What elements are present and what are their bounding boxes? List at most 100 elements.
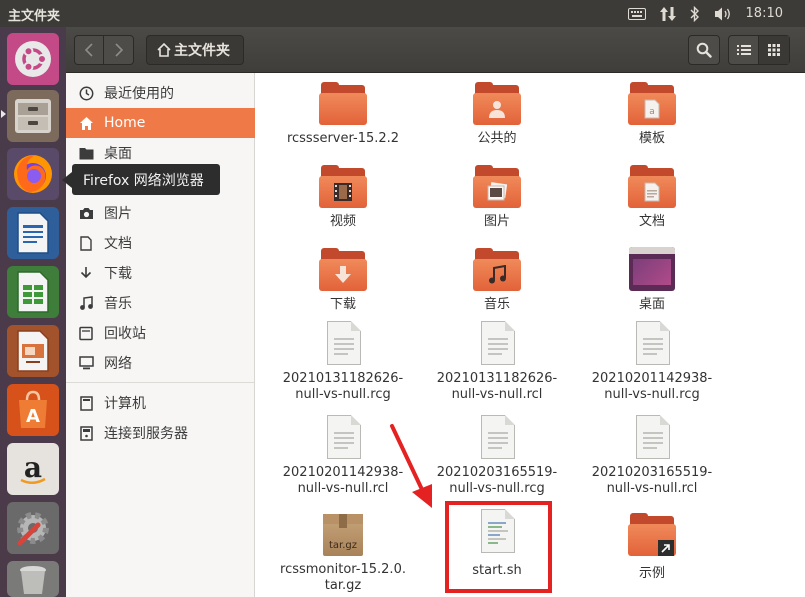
sidebar-item-documents[interactable]: 文档	[66, 228, 255, 258]
file-name: 公共的	[477, 131, 517, 146]
sidebar-item-downloads[interactable]: 下载	[66, 258, 255, 288]
sidebar-item-pictures[interactable]: 图片	[66, 198, 255, 228]
sidebar-item-label: 图片	[104, 206, 132, 222]
system-settings-icon[interactable]	[7, 502, 59, 554]
file-name: 音乐	[483, 297, 510, 312]
ubuntu-software-icon[interactable]: A	[7, 384, 59, 436]
file-item[interactable]: 视频	[268, 162, 418, 230]
computer-icon	[78, 395, 94, 411]
file-name: 20210203165519- null-vs-null.rcg	[436, 465, 558, 496]
top-panel: 主文件夹 18:10	[0, 0, 805, 27]
sidebar-item-label: 计算机	[104, 396, 146, 412]
file-item[interactable]: 公共的	[422, 79, 572, 147]
path-bar-home[interactable]: 主文件夹	[146, 35, 244, 65]
network-icon	[78, 355, 94, 371]
volume-icon[interactable]	[714, 6, 732, 22]
sidebar-item-label: 桌面	[104, 146, 132, 162]
sidebar-item-connect-server[interactable]: 连接到服务器	[66, 418, 255, 448]
firefox-icon[interactable]	[7, 148, 59, 200]
file-item[interactable]: 图片	[422, 162, 572, 230]
ubuntu-dash-icon[interactable]	[7, 33, 59, 85]
sidebar-item-label: Home	[104, 115, 146, 131]
folder-music-icon	[473, 245, 521, 293]
file-item[interactable]: 20210201142938- null-vs-null.rcg	[577, 319, 727, 403]
annotation-arrow	[390, 424, 432, 508]
list-view-button[interactable]	[729, 36, 760, 64]
sidebar-item-trash[interactable]: 回收站	[66, 318, 255, 348]
file-item[interactable]: 20210203165519- null-vs-null.rcg	[422, 413, 572, 497]
file-item[interactable]: 20210131182626- null-vs-null.rcg	[268, 319, 418, 403]
tooltip-arrow	[62, 172, 72, 188]
svg-text:a: a	[24, 451, 42, 484]
back-button[interactable]	[75, 36, 105, 64]
file-item[interactable]: 示例	[577, 510, 727, 582]
sidebar-item-label: 连接到服务器	[104, 426, 188, 442]
amazon-icon[interactable]: a	[7, 443, 59, 495]
home-icon	[157, 43, 171, 57]
search-button[interactable]	[688, 35, 720, 65]
file-name: 图片	[483, 214, 510, 229]
sidebar-item-label: 回收站	[104, 326, 146, 342]
sidebar: 最近使用的 Home 桌面 视频 图片 文档 下载 音乐 回收站 网络 计算机	[66, 73, 255, 597]
clock[interactable]: 18:10	[746, 6, 783, 21]
launcher-tooltip: Firefox 网络浏览器	[72, 164, 220, 195]
file-name: 视频	[329, 214, 356, 229]
folder-videos-icon	[319, 162, 367, 210]
sidebar-item-recent[interactable]: 最近使用的	[66, 78, 255, 108]
sidebar-item-network[interactable]: 网络	[66, 348, 255, 378]
file-name: 20210131182626- null-vs-null.rcl	[436, 371, 558, 402]
archive-icon: tar.gz	[319, 510, 367, 558]
sidebar-item-music[interactable]: 音乐	[66, 288, 255, 318]
keyboard-icon[interactable]	[627, 7, 646, 20]
folder-templates-icon: a	[628, 79, 676, 127]
file-name: 20210131182626- null-vs-null.rcg	[282, 371, 404, 402]
sidebar-item-label: 音乐	[104, 296, 132, 312]
text-file-icon	[628, 319, 676, 367]
folder-icon	[319, 79, 367, 127]
chevron-left-icon	[84, 43, 93, 57]
files-app-icon[interactable]	[7, 90, 59, 142]
file-item[interactable]: a 模板	[577, 79, 727, 147]
file-name: 示例	[638, 566, 665, 581]
file-item[interactable]: 桌面	[577, 245, 727, 313]
server-icon	[78, 425, 94, 441]
sidebar-divider	[66, 382, 255, 383]
file-name: rcssserver-15.2.2	[286, 131, 400, 146]
trash-icon[interactable]	[7, 561, 59, 597]
libreoffice-calc-icon[interactable]	[7, 266, 59, 318]
grid-view-button[interactable]	[759, 36, 789, 64]
trash-icon	[78, 325, 94, 341]
search-icon	[696, 42, 712, 58]
forward-button[interactable]	[104, 36, 133, 64]
file-item[interactable]: tar.gz rcssmonitor-15.2.0. tar.gz	[268, 510, 418, 594]
file-item[interactable]: 文档	[577, 162, 727, 230]
sidebar-item-label: 最近使用的	[104, 86, 174, 102]
sidebar-item-home[interactable]: Home	[66, 108, 255, 138]
clock-icon	[78, 85, 94, 101]
folder-public-icon	[473, 79, 521, 127]
folder-pictures-icon	[473, 162, 521, 210]
file-item[interactable]: 音乐	[422, 245, 572, 313]
home-icon	[78, 115, 94, 131]
libreoffice-writer-icon[interactable]	[7, 207, 59, 259]
path-bar-label: 主文件夹	[174, 43, 230, 59]
text-file-icon	[473, 319, 521, 367]
file-name: 文档	[638, 214, 665, 229]
file-name: 20210203165519- null-vs-null.rcl	[591, 465, 713, 496]
bluetooth-icon[interactable]	[690, 5, 700, 22]
libreoffice-impress-icon[interactable]	[7, 325, 59, 377]
network-transfer-icon[interactable]	[659, 6, 676, 22]
file-name: 20210201142938- null-vs-null.rcg	[591, 371, 713, 402]
file-item[interactable]: 下载	[268, 245, 418, 313]
sidebar-item-computer[interactable]: 计算机	[66, 388, 255, 418]
file-name: 桌面	[638, 297, 665, 312]
file-item[interactable]: rcssserver-15.2.2	[268, 79, 418, 147]
window-title: 主文件夹	[8, 9, 61, 24]
file-item[interactable]: 20210203165519- null-vs-null.rcl	[577, 413, 727, 497]
running-indicator	[1, 110, 6, 118]
launcher: A a	[0, 27, 66, 597]
camera-icon	[78, 205, 94, 221]
file-item[interactable]: 20210131182626- null-vs-null.rcl	[422, 319, 572, 403]
navigation-buttons	[74, 35, 134, 65]
archive-badge: tar.gz	[328, 540, 358, 551]
